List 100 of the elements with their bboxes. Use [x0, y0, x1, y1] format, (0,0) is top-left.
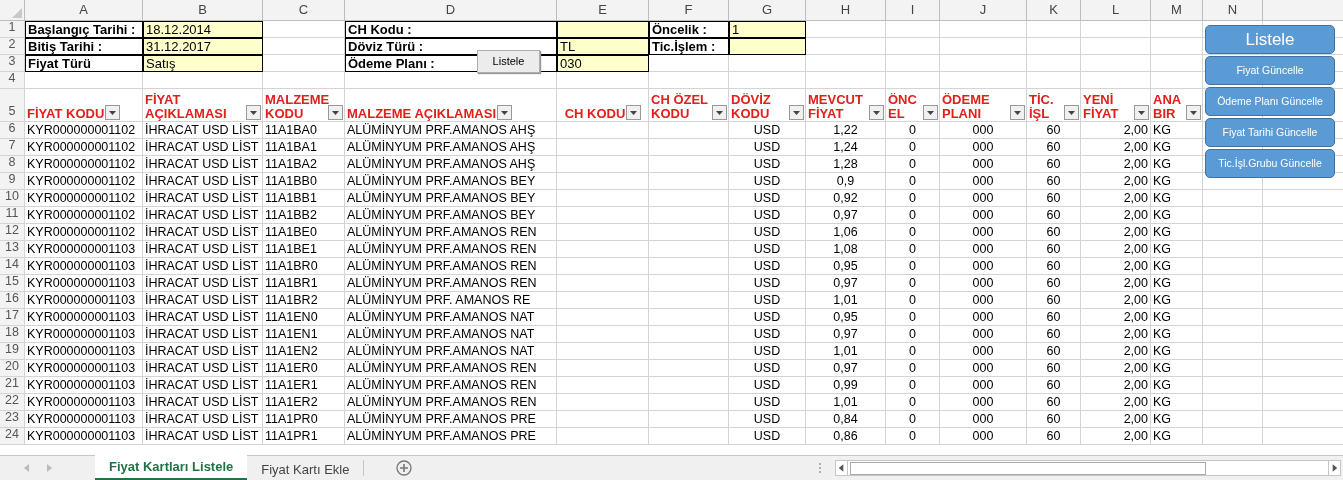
column-header: ÖDEME PLANI — [942, 93, 991, 121]
row-number[interactable]: 7 — [0, 139, 25, 156]
row-number[interactable]: 6 — [0, 122, 25, 139]
filter-dropdown-button[interactable] — [626, 105, 642, 120]
row-number[interactable]: 20 — [0, 360, 25, 377]
table-cell: 0 — [886, 343, 940, 360]
filter-dropdown-button[interactable] — [923, 105, 938, 120]
row-number[interactable]: 3 — [0, 55, 25, 72]
table-cell: 0,86 — [806, 428, 886, 445]
row-number[interactable]: 17 — [0, 309, 25, 326]
table-cell: ALÜMİNYUM PRF.AMANOS NAT — [345, 326, 557, 343]
table-cell: KG — [1151, 343, 1203, 360]
table-cell: KYR000000001103 — [25, 326, 143, 343]
table-cell: 1,28 — [806, 156, 886, 173]
caret-icon — [1014, 110, 1021, 115]
filter-dropdown-button[interactable] — [246, 105, 261, 120]
row-number[interactable]: 18 — [0, 326, 25, 343]
filter-dropdown-button[interactable] — [328, 105, 343, 120]
row-number[interactable]: 2 — [0, 38, 25, 55]
table-cell: 2,00 — [1081, 377, 1151, 394]
filter-dropdown-button[interactable] — [105, 105, 121, 120]
table-cell: KYR000000001102 — [25, 173, 143, 190]
table-cell: 0 — [886, 173, 940, 190]
form-field[interactable] — [557, 21, 649, 38]
form-field[interactable]: 31.12.2017 — [143, 38, 263, 55]
column-letter[interactable]: I — [886, 0, 940, 21]
row-number[interactable]: 15 — [0, 275, 25, 292]
column-letter[interactable]: C — [263, 0, 345, 21]
row-number[interactable]: 22 — [0, 394, 25, 411]
row-number[interactable]: 8 — [0, 156, 25, 173]
scroll-right-icon[interactable] — [1328, 461, 1340, 475]
table-cell: 2,00 — [1081, 326, 1151, 343]
column-letter[interactable]: H — [806, 0, 886, 21]
column-letter[interactable]: N — [1203, 0, 1263, 21]
table-cell — [1081, 38, 1151, 55]
caret-icon — [1138, 110, 1145, 115]
scroll-left-icon[interactable] — [836, 461, 848, 475]
table-cell: 11A1BB2 — [263, 207, 345, 224]
sheet-tab[interactable]: Fiyat Kartı Ekle — [247, 460, 365, 476]
column-letter[interactable]: J — [940, 0, 1027, 21]
form-field[interactable]: 1 — [729, 21, 806, 38]
column-letter[interactable]: D — [345, 0, 557, 21]
table-cell: ALÜMİNYUM PRF.AMANOS NAT — [345, 343, 557, 360]
table-cell: İHRACAT USD LİST — [143, 326, 263, 343]
row-number[interactable]: 24 — [0, 428, 25, 445]
table-cell: 0 — [886, 377, 940, 394]
row-number[interactable]: 23 — [0, 411, 25, 428]
table-cell: İHRACAT USD LİST — [143, 224, 263, 241]
row-number[interactable]: 9 — [0, 173, 25, 190]
column-letter[interactable]: L — [1081, 0, 1151, 21]
form-field[interactable]: TL — [557, 38, 649, 55]
table-cell: USD — [729, 377, 806, 394]
table-cell: ALÜMİNYUM PRF.AMANOS PRE — [345, 428, 557, 445]
table-cell: 0,9 — [806, 173, 886, 190]
table-cell: ALÜMİNYUM PRF.AMANOS REN — [345, 394, 557, 411]
table-cell: KYR000000001103 — [25, 428, 143, 445]
form-field[interactable] — [729, 38, 806, 55]
row-number[interactable]: 13 — [0, 241, 25, 258]
row-number[interactable]: 16 — [0, 292, 25, 309]
row-number[interactable]: 21 — [0, 377, 25, 394]
table-cell: 1,01 — [806, 343, 886, 360]
table-cell: 000 — [940, 377, 1027, 394]
add-sheet-icon[interactable] — [396, 460, 413, 476]
form-field[interactable]: Satış — [143, 55, 263, 72]
table-cell: 60 — [1027, 173, 1081, 190]
row-number[interactable]: 1 — [0, 21, 25, 38]
filter-dropdown-button[interactable] — [1064, 105, 1079, 120]
table-cell: KYR000000001103 — [25, 258, 143, 275]
column-letter[interactable]: K — [1027, 0, 1081, 21]
table-cell: 0 — [886, 207, 940, 224]
row-number[interactable]: 14 — [0, 258, 25, 275]
filter-dropdown-button[interactable] — [1010, 105, 1025, 120]
column-letter[interactable]: F — [649, 0, 729, 21]
splitter-handle-icon[interactable] — [819, 463, 821, 473]
table-cell: USD — [729, 411, 806, 428]
form-field[interactable]: 030 — [557, 55, 649, 72]
horizontal-scrollbar[interactable] — [835, 460, 1341, 476]
filter-dropdown-button[interactable] — [869, 105, 884, 120]
row-number[interactable]: 19 — [0, 343, 25, 360]
row-number[interactable]: 11 — [0, 207, 25, 224]
table-cell: ALÜMİNYUM PRF.AMANOS BEY — [345, 207, 557, 224]
filter-dropdown-button[interactable] — [789, 105, 804, 120]
table-cell — [886, 55, 940, 72]
row-number[interactable]: 12 — [0, 224, 25, 241]
row-number[interactable]: 10 — [0, 190, 25, 207]
filter-dropdown-button[interactable] — [1186, 105, 1201, 120]
filter-dropdown-button[interactable] — [712, 105, 727, 120]
table-cell — [1203, 377, 1263, 394]
table-cell: 0 — [886, 224, 940, 241]
column-letter[interactable]: M — [1151, 0, 1203, 21]
column-letter[interactable]: A — [25, 0, 143, 21]
table-cell: 2,00 — [1081, 207, 1151, 224]
sheet-tab[interactable]: Fiyat Kartları Listele — [95, 455, 248, 480]
table-cell: KYR000000001102 — [25, 207, 143, 224]
row-number[interactable]: 4 — [0, 72, 25, 89]
row-number[interactable]: 5 — [0, 89, 25, 122]
list-button[interactable]: Listele — [477, 50, 540, 73]
form-field[interactable]: 18.12.2014 — [143, 21, 263, 38]
filter-dropdown-button[interactable] — [1134, 105, 1149, 120]
filter-dropdown-button[interactable] — [497, 105, 512, 120]
